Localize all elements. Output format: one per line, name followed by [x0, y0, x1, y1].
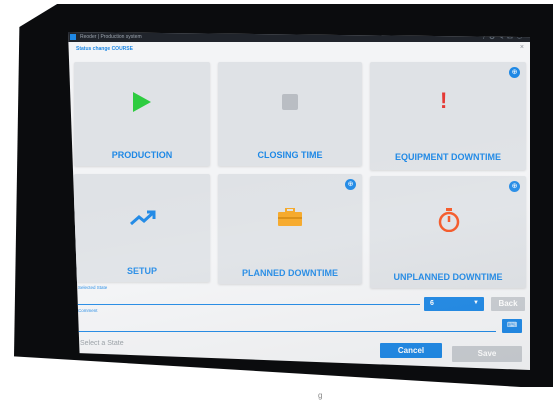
tile-unplanned-downtime[interactable]: ⊕ UNPLANNED DOWNTIME — [370, 176, 526, 288]
zoom-icon[interactable]: ⊕ — [509, 67, 520, 78]
selected-state-field[interactable] — [76, 304, 420, 305]
dialog-title: Status change COURSE — [76, 46, 133, 52]
select-value: 6 — [430, 300, 434, 307]
toolbox-icon — [278, 208, 302, 226]
tile-label: EQUIPMENT DOWNTIME — [395, 152, 501, 162]
keyboard-icon[interactable]: ⌨ — [502, 319, 522, 333]
app-logo-icon — [70, 34, 76, 40]
app-title: Reoder | Production system — [80, 34, 142, 40]
save-button[interactable]: Save — [452, 346, 522, 362]
tile-closing-time[interactable]: CLOSING TIME — [218, 62, 362, 166]
stand-mark: g — [318, 391, 323, 400]
zoom-icon[interactable]: ⊕ — [509, 181, 520, 192]
stop-icon — [282, 94, 298, 110]
tile-label: CLOSING TIME — [257, 150, 323, 160]
tile-label: UNPLANNED DOWNTIME — [393, 272, 503, 282]
exclamation-icon: ! — [440, 88, 448, 113]
state-select[interactable]: 6 ▼ — [424, 297, 484, 311]
tile-planned-downtime[interactable]: ⊕ PLANNED DOWNTIME — [218, 174, 362, 284]
zoom-icon[interactable]: ⊕ — [345, 179, 356, 190]
comment-field[interactable] — [76, 331, 496, 332]
tile-equipment-downtime[interactable]: ⊕ ! EQUIPMENT DOWNTIME — [370, 62, 526, 170]
trending-up-icon — [130, 210, 156, 226]
play-icon — [133, 92, 151, 112]
tile-label: SETUP — [126, 266, 157, 276]
back-button[interactable]: Back — [491, 297, 525, 311]
tile-setup[interactable]: SETUP — [74, 174, 210, 282]
chevron-down-icon: ▼ — [473, 300, 479, 306]
status-text: Select a State — [80, 340, 124, 347]
tile-production[interactable]: PRODUCTION — [74, 62, 210, 166]
selected-state-label: Selected State — [78, 285, 108, 290]
stopwatch-icon — [438, 208, 460, 232]
comment-label: Comment — [78, 308, 98, 313]
close-icon[interactable]: × — [520, 44, 524, 51]
tile-label: PRODUCTION — [111, 150, 173, 160]
cancel-button[interactable]: Cancel — [380, 343, 442, 358]
screen: Reoder | Production system ?⚙✎✉☺ Status … — [68, 32, 530, 370]
tile-label: PLANNED DOWNTIME — [242, 268, 338, 278]
